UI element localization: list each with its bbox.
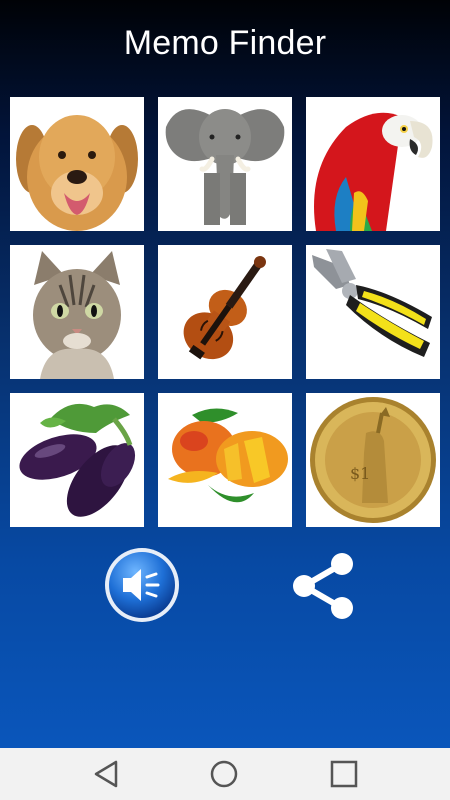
pliers-icon xyxy=(306,245,440,379)
speaker-icon xyxy=(105,548,179,622)
elephant-icon xyxy=(158,97,292,231)
parrot-icon xyxy=(306,97,440,231)
card-pliers[interactable] xyxy=(306,245,440,379)
coin-icon: $1 xyxy=(306,393,440,527)
cat-icon xyxy=(10,245,144,379)
card-violin[interactable] xyxy=(158,245,292,379)
home-circle-icon xyxy=(210,760,238,788)
card-coin[interactable]: $1 xyxy=(306,393,440,527)
card-dog[interactable] xyxy=(10,97,144,231)
nav-back-button[interactable] xyxy=(66,748,146,800)
share-button[interactable] xyxy=(290,550,356,622)
card-cat[interactable] xyxy=(10,245,144,379)
violin-icon xyxy=(158,245,292,379)
system-navigation-bar xyxy=(0,748,450,800)
share-icon xyxy=(293,553,353,619)
nav-recent-button[interactable] xyxy=(304,748,384,800)
app-screen: Memo Finder $1 xyxy=(0,0,450,748)
card-grid: $1 xyxy=(10,97,440,527)
card-mango[interactable] xyxy=(158,393,292,527)
recent-square-icon xyxy=(330,760,358,788)
sound-button[interactable] xyxy=(104,547,180,623)
card-elephant[interactable] xyxy=(158,97,292,231)
card-parrot[interactable] xyxy=(306,97,440,231)
page-title: Memo Finder xyxy=(123,24,327,62)
eggplant-icon xyxy=(10,393,144,527)
svg-text:$1: $1 xyxy=(350,464,370,483)
back-triangle-icon xyxy=(94,760,118,788)
mango-icon xyxy=(158,393,292,527)
card-eggplant[interactable] xyxy=(10,393,144,527)
nav-home-button[interactable] xyxy=(184,748,264,800)
dog-icon xyxy=(10,97,144,231)
